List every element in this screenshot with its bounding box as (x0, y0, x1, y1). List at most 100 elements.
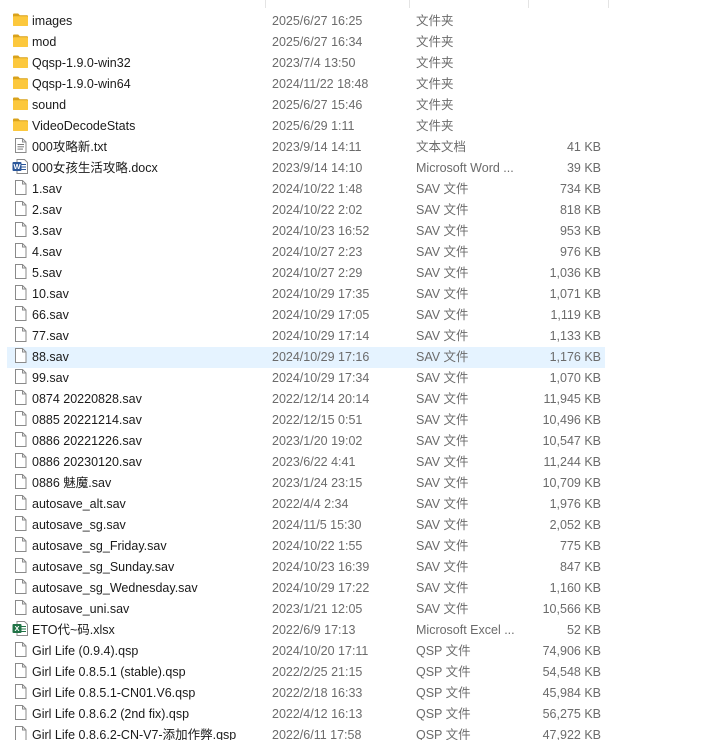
file-type: SAV 文件 (416, 497, 469, 511)
file-row[interactable]: sound 2025/6/27 15:46 文件夹 (7, 95, 605, 116)
file-row[interactable]: Girl Life (0.9.4).qsp 2024/10/20 17:11 QSP… (7, 641, 605, 662)
file-type: SAV 文件 (416, 560, 469, 574)
file-size: 976 KB (559, 245, 601, 259)
file-name: mod (32, 35, 57, 49)
file-modified-date: 2024/10/29 17:14 (272, 329, 370, 343)
file-icon (12, 389, 29, 406)
file-row[interactable]: Qqsp-1.9.0-win32 2023/7/4 13:50 文件夹 (7, 53, 605, 74)
svg-text:X: X (14, 624, 19, 633)
text-file-icon (12, 137, 29, 154)
file-modified-date: 2025/6/29 1:11 (272, 119, 355, 133)
file-name: 99.sav (32, 371, 69, 385)
file-modified-date: 2024/10/27 2:23 (272, 245, 363, 259)
file-name: autosave_sg_Wednesday.sav (32, 581, 198, 595)
file-name: 0885 20221214.sav (32, 413, 142, 427)
file-icon (12, 347, 29, 364)
file-name: 3.sav (32, 224, 62, 238)
column-divider[interactable] (265, 0, 266, 8)
file-name: 88.sav (32, 350, 69, 364)
file-icon (12, 578, 29, 595)
file-modified-date: 2022/6/9 17:13 (272, 623, 356, 637)
file-name: Girl Life 0.8.6.2-CN-V7-添加作弊.qsp (32, 728, 237, 740)
file-size: 47,922 KB (542, 728, 601, 740)
file-icon (12, 410, 29, 427)
file-row[interactable]: 5.sav 2024/10/27 2:29 SAV 文件 1,036 KB (7, 263, 605, 284)
column-divider[interactable] (608, 0, 609, 8)
file-name: autosave_sg_Sunday.sav (32, 560, 175, 574)
file-size: 734 KB (559, 182, 601, 196)
file-row[interactable]: mod 2025/6/27 16:34 文件夹 (7, 32, 605, 53)
file-row[interactable]: X ETO代~码.xlsx 2022/6/9 17:13 Microsoft Exce… (7, 620, 605, 641)
file-row[interactable]: autosave_alt.sav 2022/4/4 2:34 SAV 文件 1,976… (7, 494, 605, 515)
folder-icon (12, 11, 29, 28)
file-row[interactable]: 3.sav 2024/10/23 16:52 SAV 文件 953 KB (7, 221, 605, 242)
folder-icon (12, 95, 29, 112)
file-type: SAV 文件 (416, 392, 469, 406)
file-row[interactable]: 10.sav 2024/10/29 17:35 SAV 文件 1,071 KB (7, 284, 605, 305)
file-type: QSP 文件 (416, 707, 471, 721)
file-type: SAV 文件 (416, 476, 469, 490)
file-size: 1,071 KB (549, 287, 601, 301)
file-name: Qqsp-1.9.0-win64 (32, 77, 131, 91)
file-row[interactable]: autosave_sg_Wednesday.sav 2024/10/29 17:2… (7, 578, 605, 599)
file-row[interactable]: 77.sav 2024/10/29 17:14 SAV 文件 1,133 KB (7, 326, 605, 347)
file-icon (12, 557, 29, 574)
file-modified-date: 2023/1/24 23:15 (272, 476, 363, 490)
folder-icon (12, 74, 29, 91)
file-row[interactable]: 4.sav 2024/10/27 2:23 SAV 文件 976 KB (7, 242, 605, 263)
file-type: SAV 文件 (416, 539, 469, 553)
file-type: SAV 文件 (416, 182, 469, 196)
file-modified-date: 2023/7/4 13:50 (272, 56, 356, 70)
file-row[interactable]: Girl Life 0.8.6.2-CN-V7-添加作弊.qsp 2022/6/1… (7, 725, 605, 740)
file-row[interactable]: 66.sav 2024/10/29 17:05 SAV 文件 1,119 KB (7, 305, 605, 326)
file-size: 1,070 KB (549, 371, 601, 385)
file-icon (12, 431, 29, 448)
file-row[interactable]: images 2025/6/27 16:25 文件夹 (7, 11, 605, 32)
file-size: 775 KB (559, 539, 601, 553)
file-row[interactable]: Girl Life 0.8.5.1 (stable).qsp 2022/2/25 … (7, 662, 605, 683)
file-row[interactable]: autosave_sg_Friday.sav 2024/10/22 1:55 SAV… (7, 536, 605, 557)
file-row[interactable]: autosave_uni.sav 2023/1/21 12:05 SAV 文件 10,… (7, 599, 605, 620)
file-name: VideoDecodeStats (32, 119, 136, 133)
file-row[interactable]: 0886 20221226.sav 2023/1/20 19:02 SAV 文件 10… (7, 431, 605, 452)
file-size: 45,984 KB (542, 686, 601, 700)
file-icon (12, 494, 29, 511)
file-row[interactable]: autosave_sg_Sunday.sav 2024/10/23 16:39 SA… (7, 557, 605, 578)
file-size: 953 KB (559, 224, 601, 238)
file-type: SAV 文件 (416, 434, 469, 448)
file-modified-date: 2022/4/4 2:34 (272, 497, 349, 511)
file-row[interactable]: autosave_sg.sav 2024/11/5 15:30 SAV 文件 2,05… (7, 515, 605, 536)
file-size: 1,119 KB (550, 308, 601, 322)
file-row[interactable]: 1.sav 2024/10/22 1:48 SAV 文件 734 KB (7, 179, 605, 200)
file-name: 5.sav (32, 266, 62, 280)
file-type: SAV 文件 (416, 203, 469, 217)
folder-icon (12, 32, 29, 49)
file-row[interactable]: 0886 魅魔.sav 2023/1/24 23:15 SAV 文件 10,709 K… (7, 473, 605, 494)
file-size: 1,176 KB (549, 350, 601, 364)
file-row[interactable]: 0874 20220828.sav 2022/12/14 20:14 SAV 文件 1… (7, 389, 605, 410)
file-modified-date: 2024/10/29 17:35 (272, 287, 370, 301)
file-row[interactable]: W 000女孩生活攻略.docx 2023/9/14 14:10 Microsoft … (7, 158, 605, 179)
svg-text:W: W (13, 162, 21, 171)
column-divider[interactable] (409, 0, 410, 8)
file-modified-date: 2022/2/25 21:15 (272, 665, 363, 679)
file-row[interactable]: 2.sav 2024/10/22 2:02 SAV 文件 818 KB (7, 200, 605, 221)
file-row[interactable]: 0886 20230120.sav 2023/6/22 4:41 SAV 文件 11,… (7, 452, 605, 473)
file-type: SAV 文件 (416, 518, 469, 532)
file-size: 52 KB (566, 623, 601, 637)
file-row[interactable]: 99.sav 2024/10/29 17:34 SAV 文件 1,070 KB (7, 368, 605, 389)
file-size: 10,709 KB (542, 476, 601, 490)
file-modified-date: 2024/10/23 16:52 (272, 224, 370, 238)
file-modified-date: 2023/1/21 12:05 (272, 602, 363, 616)
file-row[interactable]: 0885 20221214.sav 2022/12/15 0:51 SAV 文件 10… (7, 410, 605, 431)
file-row[interactable]: 000攻略新.txt 2023/9/14 14:11 文本文档 41 KB (7, 137, 605, 158)
file-row[interactable]: Girl Life 0.8.6.2 (2nd fix).qsp 2022/4/12… (7, 704, 605, 725)
file-size: 39 KB (566, 161, 601, 175)
file-row[interactable]: VideoDecodeStats 2025/6/29 1:11 文件夹 (7, 116, 605, 137)
file-row[interactable]: Girl Life 0.8.5.1-CN01.V6.qsp 2022/2/18 1… (7, 683, 605, 704)
file-size: 10,547 KB (542, 434, 601, 448)
file-type: 文件夹 (416, 77, 454, 91)
file-row[interactable]: 88.sav 2024/10/29 17:16 SAV 文件 1,176 KB (7, 347, 605, 368)
file-row[interactable]: Qqsp-1.9.0-win64 2024/11/22 18:48 文件夹 (7, 74, 605, 95)
column-divider[interactable] (528, 0, 529, 8)
